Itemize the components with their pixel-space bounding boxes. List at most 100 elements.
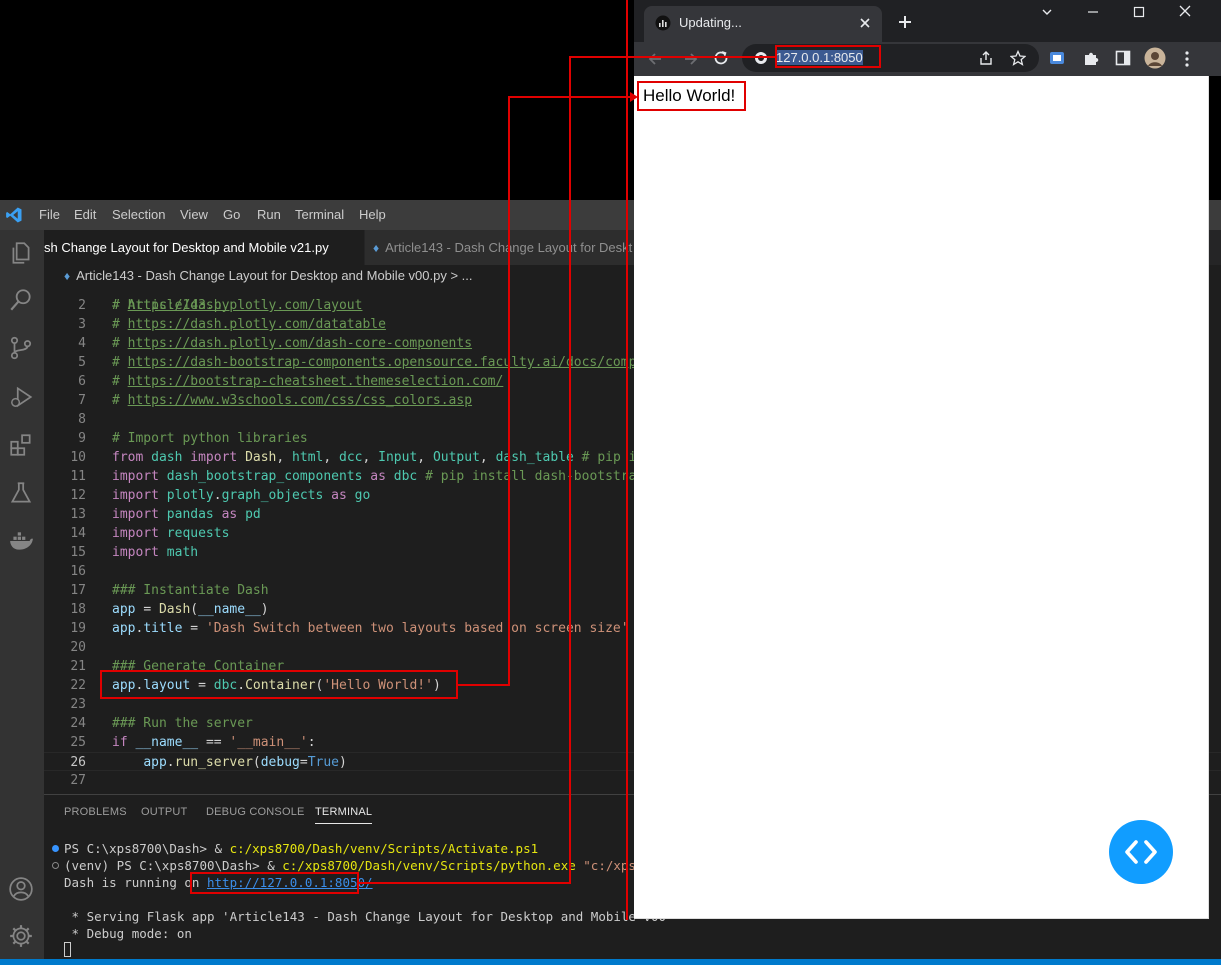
menu-selection[interactable]: Selection (112, 207, 165, 222)
line-number: 19 (70, 621, 86, 636)
search-icon[interactable] (8, 287, 34, 313)
code-text: ### Run the server (112, 716, 253, 731)
close-window-icon[interactable] (1178, 4, 1192, 18)
line-number: 2 (78, 298, 86, 313)
status-bar (0, 959, 1221, 965)
tab-search-chevron-icon[interactable] (1040, 5, 1054, 19)
breadcrumb-path: Article143 - Dash Change Layout for Desk… (76, 268, 473, 283)
python-file-icon: ♦ (64, 269, 71, 283)
menu-run[interactable]: Run (257, 207, 281, 222)
panel-tab-problems[interactable]: PROBLEMS (64, 806, 127, 818)
source-control-icon[interactable] (8, 335, 34, 361)
browser-tab[interactable]: Updating... (644, 6, 882, 42)
code-text: import plotly.graph_objects as go (112, 488, 371, 503)
line-number: 14 (70, 526, 86, 541)
code-text: app = Dash(__name__) (112, 602, 269, 617)
python-file-icon: ♦ (373, 241, 380, 255)
line-number: 11 (70, 469, 86, 484)
code-text: # https://www.w3schools.com/css/css_colo… (112, 393, 473, 408)
line-number: 15 (70, 545, 86, 560)
site-info-icon[interactable] (754, 51, 768, 65)
line-number: 27 (70, 773, 86, 788)
menu-help[interactable]: Help (359, 207, 386, 222)
line-number: 17 (70, 583, 86, 598)
profile-avatar[interactable] (1144, 47, 1166, 69)
share-icon[interactable] (978, 50, 994, 66)
tab-v00[interactable]: ♦ Article143 - Dash Change Layout for Des… (365, 230, 634, 265)
line-number: 10 (70, 450, 86, 465)
tab-label: Article143 - Dash Change Layout for Desk… (385, 240, 633, 255)
code-brackets-icon (1125, 840, 1157, 864)
docker-icon[interactable] (8, 528, 34, 554)
dash-favicon-icon (655, 15, 671, 31)
code-text: # https://bootstrap-cheatsheet.themesele… (112, 374, 504, 389)
code-text: # https://dash.plotly.com/dash-core-comp… (112, 336, 473, 351)
chrome-window: Updating... 127.0.0.1:8050 Hello World! (634, 0, 1221, 919)
account-icon[interactable] (8, 876, 34, 902)
code-text: app.run_server(debug=True) (143, 755, 347, 770)
line-number: 18 (70, 602, 86, 617)
maximize-icon[interactable] (1132, 5, 1146, 19)
code-text: import requests (112, 526, 230, 541)
browser-tab-title: Updating... (679, 15, 742, 30)
bookmark-star-icon[interactable] (1010, 50, 1026, 66)
minimize-icon[interactable] (1086, 5, 1100, 19)
extensions-puzzle-icon[interactable] (1082, 49, 1100, 67)
terminal-line: * Serving Flask app 'Article143 - Dash C… (64, 909, 667, 924)
new-tab-plus-icon[interactable] (897, 14, 913, 30)
hello-world-text: Hello World! (643, 86, 736, 105)
back-arrow-icon[interactable] (646, 50, 664, 68)
panel-tab-terminal[interactable]: TERMINAL (315, 806, 373, 824)
menu-go[interactable]: Go (223, 207, 240, 222)
terminal-cursor (64, 942, 71, 957)
address-bar[interactable]: 127.0.0.1:8050 (742, 44, 1039, 72)
forward-arrow-icon[interactable] (682, 50, 700, 68)
menu-edit[interactable]: Edit (74, 207, 96, 222)
menu-file[interactable]: File (39, 207, 60, 222)
dash-debug-button[interactable] (1109, 820, 1173, 884)
settings-gear-icon[interactable] (8, 923, 34, 949)
panel-tab-output[interactable]: OUTPUT (141, 806, 187, 818)
line-number: 6 (78, 374, 86, 389)
chrome-titlebar: Updating... (634, 0, 1221, 42)
vscode-logo-icon (6, 207, 22, 223)
line-number: 13 (70, 507, 86, 522)
activity-bar (0, 230, 44, 965)
testing-flask-icon[interactable] (8, 480, 34, 506)
code-text: import dash_bootstrap_components as dbc … (112, 469, 645, 484)
tab-v21[interactable]: sh Change Layout for Desktop and Mobile … (44, 230, 364, 265)
line-number: 8 (78, 412, 86, 427)
code-text: # https://dash.plotly.com/layout (112, 298, 363, 313)
terminal-url-link[interactable]: http://127.0.0.1:8050/ (207, 875, 373, 890)
line-number: 26 (70, 755, 86, 770)
extension-badge-icon[interactable] (1048, 49, 1066, 67)
line-number: 21 (70, 659, 86, 674)
web-page: Hello World! (634, 76, 1209, 919)
panel-tab-debug-console[interactable]: DEBUG CONSOLE (206, 806, 305, 818)
line-number: 7 (78, 393, 86, 408)
line-number: 4 (78, 336, 86, 351)
extensions-icon[interactable] (8, 432, 34, 458)
line-number: 9 (78, 431, 86, 446)
line-number: 3 (78, 317, 86, 332)
side-panel-icon[interactable] (1114, 49, 1132, 67)
menu-view[interactable]: View (180, 207, 208, 222)
code-text: from dash import Dash, html, dcc, Input,… (112, 450, 645, 465)
explorer-icon[interactable] (8, 240, 34, 266)
code-text: # https://dash.plotly.com/datatable (112, 317, 386, 332)
tab-label: sh Change Layout for Desktop and Mobile … (44, 240, 329, 255)
more-menu-icon[interactable] (1179, 50, 1195, 68)
browser-toolbar: 127.0.0.1:8050 (634, 42, 1221, 76)
line-number: 20 (70, 640, 86, 655)
close-tab-icon[interactable] (859, 17, 871, 29)
line-number: 22 (70, 678, 86, 693)
reload-icon[interactable] (712, 49, 730, 67)
terminal-line: PS C:\xps8700\Dash> & c:/xps8700/Dash/ve… (64, 841, 539, 856)
menu-terminal[interactable]: Terminal (295, 207, 344, 222)
code-text: # Import python libraries (112, 431, 308, 446)
code-text: # https://dash-bootstrap-components.open… (112, 355, 645, 370)
terminal-line: Dash is running on http://127.0.0.1:8050… (64, 875, 373, 890)
run-debug-icon[interactable] (8, 384, 34, 410)
url-text[interactable]: 127.0.0.1:8050 (776, 50, 863, 65)
line-number: 23 (70, 697, 86, 712)
